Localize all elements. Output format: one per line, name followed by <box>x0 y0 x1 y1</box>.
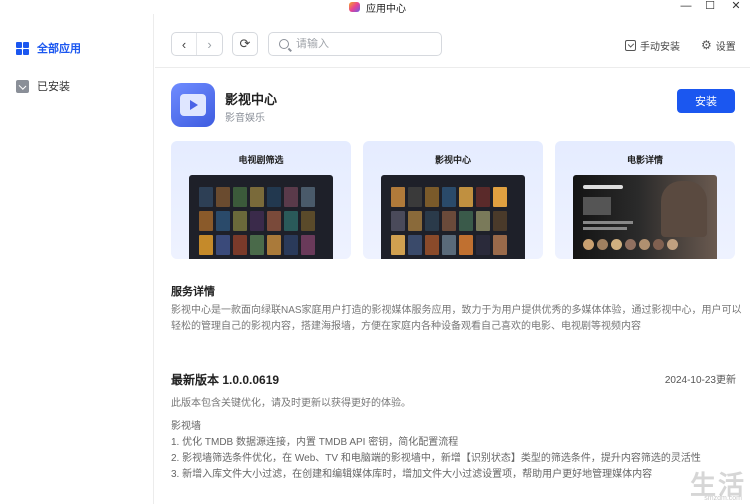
screenshot-caption: 影视中心 <box>434 155 471 165</box>
screenshot-caption: 电影详情 <box>626 155 663 165</box>
back-button[interactable]: ‹ <box>172 33 198 55</box>
manual-install-icon <box>625 39 636 51</box>
window-title: 应用中心 <box>366 3 406 15</box>
sidebar-item-all-apps[interactable]: 全部应用 <box>16 38 81 58</box>
screenshot-video-center[interactable]: 影视中心 <box>363 141 543 259</box>
app-category: 影音娱乐 <box>225 113 265 124</box>
screenshot-movie-detail[interactable]: 电影详情 <box>555 141 735 259</box>
sidebar-item-label: 全部应用 <box>37 43 81 55</box>
watermark-url: smzdm.com <box>704 495 742 502</box>
version-note: 此版本包含关键优化，请及时更新以获得更好的体验。 <box>171 398 411 409</box>
app-name: 影视中心 <box>225 92 278 107</box>
installed-icon <box>16 79 29 93</box>
service-details-title: 服务详情 <box>171 286 215 298</box>
sidebar-item-installed[interactable]: 已安装 <box>16 76 70 96</box>
changelog-item: 3. 新增入库文件大小过滤，在创建和编辑媒体库时，增加文件大小过滤设置项，帮助用… <box>171 469 653 480</box>
refresh-button[interactable]: ⟳ <box>232 32 258 56</box>
forward-button[interactable]: › <box>197 33 222 55</box>
nav-buttons: ‹ › <box>171 32 223 56</box>
sidebar-item-label: 已安装 <box>37 81 70 93</box>
maximize-button[interactable]: ☐ <box>700 0 720 14</box>
close-button[interactable]: ✕ <box>726 0 746 14</box>
gear-icon: ⚙ <box>701 38 712 52</box>
search-icon <box>279 39 289 49</box>
manual-install-button[interactable]: 手动安装 <box>625 38 680 53</box>
settings-label: 设置 <box>715 41 736 53</box>
changelog-item: 1. 优化 TMDB 数据源连接，内置 TMDB API 密钥，简化配置流程 <box>171 437 459 448</box>
minimize-button[interactable]: — <box>676 0 696 14</box>
changelog-item: 影视墙 <box>171 421 201 432</box>
service-description: 影视中心是一款面向绿联NAS家庭用户打造的影视媒体服务应用，致力于为用户提供优秀… <box>171 305 742 332</box>
manual-install-label: 手动安装 <box>640 41 680 53</box>
changelog: 影视墙 1. 优化 TMDB 数据源连接，内置 TMDB API 密钥，简化配置… <box>171 419 743 483</box>
sidebar: 全部应用 已安装 <box>0 14 154 504</box>
install-button[interactable]: 安装 <box>677 89 735 113</box>
title-bar: 应用中心 — ☐ ✕ <box>0 0 750 15</box>
changelog-item: 2. 影视墙筛选条件优化，在 Web、TV 和电脑端的影视墙中，新增【识别状态】… <box>171 453 701 464</box>
screenshot-preview <box>573 175 717 259</box>
window-title-group: 应用中心 <box>349 0 406 15</box>
search-box <box>268 32 442 56</box>
app-detail-panel: 影视中心 影音娱乐 安装 电视剧筛选 影视中心 电影详情 服务详情 影视中心是一… <box>155 69 750 504</box>
screenshot-caption: 电视剧筛选 <box>238 155 284 165</box>
video-center-app-icon <box>171 83 215 127</box>
app-center-logo-icon <box>349 2 360 12</box>
grid-icon <box>16 41 29 55</box>
screenshot-tv-filter[interactable]: 电视剧筛选 <box>171 141 351 259</box>
toolbar: ‹ › ⟳ 手动安装 ⚙ 设置 <box>155 14 750 68</box>
screenshot-preview <box>381 175 525 259</box>
search-input[interactable] <box>296 38 426 50</box>
settings-button[interactable]: ⚙ 设置 <box>701 38 736 53</box>
screenshot-preview <box>189 175 333 259</box>
latest-version-title: 最新版本 1.0.0.0619 <box>171 373 280 387</box>
version-update-date: 2024-10-23更新 <box>664 375 736 386</box>
